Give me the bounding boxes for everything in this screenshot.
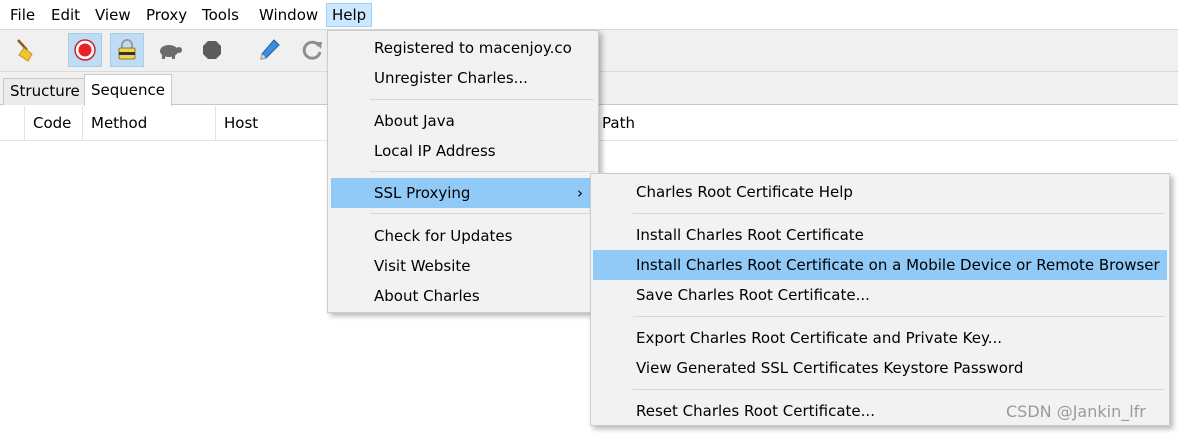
menu-proxy[interactable]: Proxy	[141, 3, 192, 27]
menu-item-view-keystore-password[interactable]: View Generated SSL Certificates Keystore…	[593, 353, 1167, 383]
menu-item-label: Export Charles Root Certificate and Priv…	[636, 329, 1003, 347]
submenu-arrow-icon: ›	[577, 184, 583, 202]
watermark-text: CSDN @Jankin_lfr	[1006, 402, 1146, 421]
menu-item-install-cert-mobile[interactable]: Install Charles Root Certificate on a Mo…	[593, 250, 1167, 280]
menu-separator	[633, 389, 1165, 390]
ssl-proxying-submenu: Charles Root Certificate Help Install Ch…	[590, 173, 1170, 426]
menu-view[interactable]: View	[90, 3, 136, 27]
help-menu: Registered to macenjoy.co Unregister Cha…	[327, 30, 599, 313]
menu-item-label: Unregister Charles...	[374, 69, 528, 87]
menu-separator	[370, 171, 594, 172]
pen-icon	[260, 39, 280, 60]
menu-item-about-charles[interactable]: About Charles	[331, 281, 595, 311]
menu-item-label: Registered to macenjoy.co	[374, 39, 572, 57]
refresh-icon	[302, 40, 322, 60]
menu-edit[interactable]: Edit	[46, 3, 85, 27]
broom-icon	[17, 39, 33, 62]
menu-bar: File Edit View Proxy Tools Window Help	[0, 0, 1178, 30]
menu-item-install-root-cert[interactable]: Install Charles Root Certificate	[593, 220, 1167, 250]
broom-button[interactable]	[9, 33, 43, 67]
ssl-proxy-button[interactable]	[110, 33, 144, 67]
record-icon	[74, 39, 96, 61]
menu-item-label: Check for Updates	[374, 227, 513, 245]
menu-item-registered[interactable]: Registered to macenjoy.co	[331, 33, 595, 63]
repeat-button[interactable]	[295, 33, 329, 67]
column-code[interactable]: Code	[25, 106, 83, 141]
menu-item-local-ip[interactable]: Local IP Address	[331, 136, 595, 166]
menu-item-label: Local IP Address	[374, 142, 496, 160]
hexagon-stop-icon	[203, 41, 221, 59]
menu-item-save-root-cert[interactable]: Save Charles Root Certificate...	[593, 280, 1167, 310]
menu-item-label: Visit Website	[374, 257, 471, 275]
turtle-icon	[160, 45, 182, 59]
menu-tools[interactable]: Tools	[197, 3, 244, 27]
compose-button[interactable]	[252, 33, 286, 67]
menu-item-label: Install Charles Root Certificate on a Mo…	[636, 256, 1160, 274]
column-status[interactable]	[0, 106, 25, 141]
ssl-lock-icon	[118, 39, 136, 60]
menu-separator	[370, 213, 594, 214]
menu-help[interactable]: Help	[326, 3, 373, 27]
menu-separator	[633, 316, 1165, 317]
menu-window[interactable]: Window	[254, 3, 323, 27]
menu-item-label: Install Charles Root Certificate	[636, 226, 864, 244]
menu-file[interactable]: File	[5, 3, 40, 27]
menu-separator	[370, 99, 594, 100]
tab-structure[interactable]: Structure	[3, 78, 87, 105]
column-path[interactable]: Path	[594, 106, 1178, 141]
menu-item-label: Charles Root Certificate Help	[636, 183, 853, 201]
menu-item-unregister[interactable]: Unregister Charles...	[331, 63, 595, 93]
menu-item-label: View Generated SSL Certificates Keystore…	[636, 359, 1024, 377]
breakpoints-button[interactable]	[195, 33, 229, 67]
menu-item-export-root-cert[interactable]: Export Charles Root Certificate and Priv…	[593, 323, 1167, 353]
menu-item-root-cert-help[interactable]: Charles Root Certificate Help	[593, 177, 1167, 207]
menu-item-label: Save Charles Root Certificate...	[636, 286, 870, 304]
menu-item-label: About Charles	[374, 287, 480, 305]
column-method[interactable]: Method	[83, 106, 216, 141]
menu-item-label: About Java	[374, 112, 455, 130]
menu-item-label: SSL Proxying	[374, 184, 471, 202]
menu-item-about-java[interactable]: About Java	[331, 106, 595, 136]
throttle-button[interactable]	[153, 33, 187, 67]
menu-item-label: Reset Charles Root Certificate...	[636, 402, 875, 420]
menu-item-visit-website[interactable]: Visit Website	[331, 251, 595, 281]
menu-item-check-updates[interactable]: Check for Updates	[331, 221, 595, 251]
tab-sequence[interactable]: Sequence	[84, 74, 172, 106]
record-button[interactable]	[68, 33, 102, 67]
menu-item-ssl-proxying[interactable]: SSL Proxying ›	[331, 178, 595, 208]
menu-separator	[633, 213, 1165, 214]
